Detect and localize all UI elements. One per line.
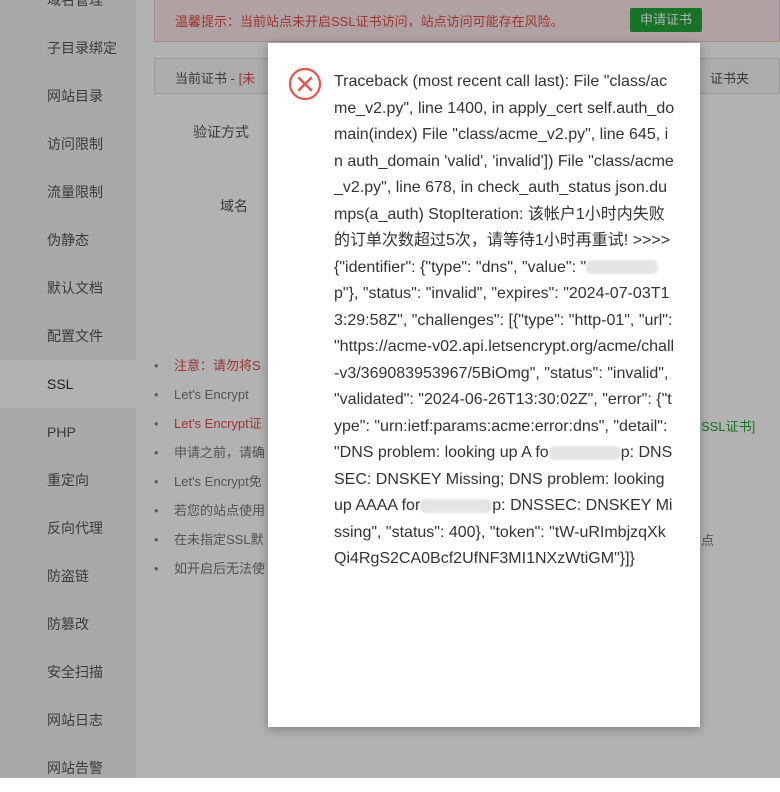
error-x-icon [288,67,322,101]
error-dialog: Traceback (most recent call last): File … [268,43,700,727]
error-message: Traceback (most recent call last): File … [334,69,676,573]
error-message-part: Traceback (most recent call last): File … [334,73,675,276]
redacted-domain [586,260,659,275]
redacted-domain [420,498,493,513]
redacted-domain [548,445,621,460]
error-message-part: p"}, "status": "invalid", "expires": "20… [334,285,675,461]
